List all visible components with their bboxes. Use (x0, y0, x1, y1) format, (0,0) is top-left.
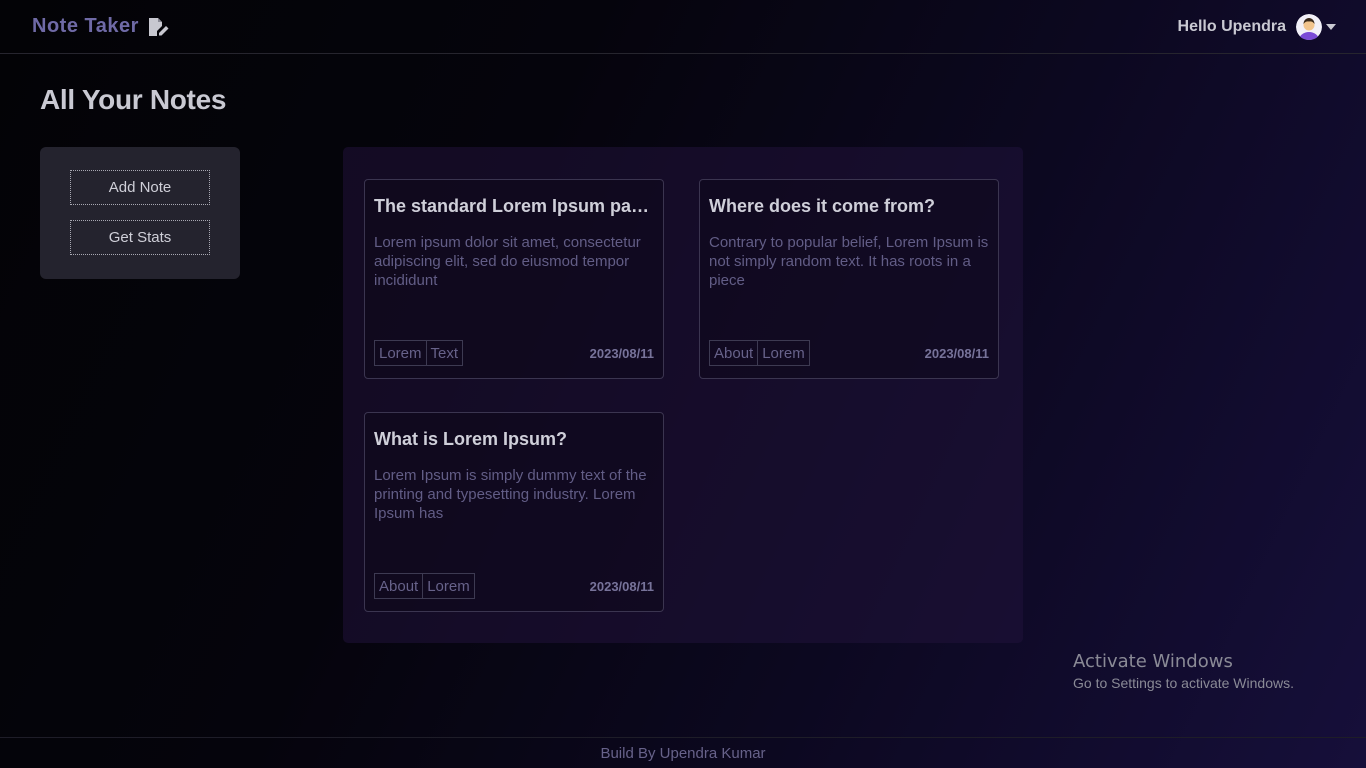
note-title: Where does it come from? (709, 196, 936, 216)
watermark-title: Activate Windows (1073, 651, 1233, 672)
actions-panel: Add Note Get Stats (40, 147, 240, 279)
note-body: Contrary to popular belief, Lorem Ipsum … (709, 234, 989, 289)
note-date: 2023/08/11 (589, 579, 654, 594)
caret-down-icon[interactable] (1326, 24, 1336, 30)
note-body: Lorem Ipsum is simply dummy text of the … (374, 467, 647, 522)
note-edit-icon (148, 17, 169, 36)
note-tag[interactable]: Lorem (374, 340, 427, 366)
user-avatar-icon[interactable] (1296, 14, 1322, 40)
note-tags: About Lorem (374, 573, 475, 599)
note-tags: About Lorem (709, 340, 810, 366)
note-title: What is Lorem Ipsum? (374, 429, 568, 449)
user-greeting: Hello Upendra (1177, 18, 1286, 35)
footer-credit: Build By Upendra Kumar (600, 745, 766, 762)
note-title: The standard Lorem Ipsum passa... (374, 196, 656, 216)
note-tag[interactable]: Lorem (758, 340, 810, 366)
get-stats-button[interactable]: Get Stats (70, 220, 210, 255)
windows-activation-watermark: Activate Windows Go to Settings to activ… (1073, 651, 1294, 691)
note-tags: Lorem Text (374, 340, 464, 366)
notes-grid: The standard Lorem Ipsum passa... Lorem … (343, 147, 1023, 643)
note-date: 2023/08/11 (589, 346, 654, 361)
note-tag[interactable]: Text (426, 340, 464, 366)
watermark-subtitle: Go to Settings to activate Windows. (1073, 675, 1294, 691)
note-date: 2023/08/11 (924, 346, 989, 361)
note-card[interactable]: Where does it come from? Contrary to pop… (699, 179, 999, 379)
page-title: All Your Notes (40, 84, 227, 115)
note-tag[interactable]: About (374, 573, 424, 599)
navbar: Note Taker Hello Upendra (0, 0, 1366, 54)
note-tag[interactable]: Lorem (423, 573, 475, 599)
note-card[interactable]: What is Lorem Ipsum? Lorem Ipsum is simp… (364, 412, 664, 612)
note-tag[interactable]: About (709, 340, 759, 366)
brand-name: Note Taker (32, 15, 139, 37)
note-card[interactable]: The standard Lorem Ipsum passa... Lorem … (364, 179, 664, 379)
user-menu[interactable]: Hello Upendra (1178, 14, 1336, 40)
footer: Build By Upendra Kumar (0, 737, 1366, 768)
add-note-button[interactable]: Add Note (70, 170, 210, 205)
brand-link[interactable]: Note Taker (32, 15, 169, 38)
note-body: Lorem ipsum dolor sit amet, consectetur … (374, 234, 641, 289)
